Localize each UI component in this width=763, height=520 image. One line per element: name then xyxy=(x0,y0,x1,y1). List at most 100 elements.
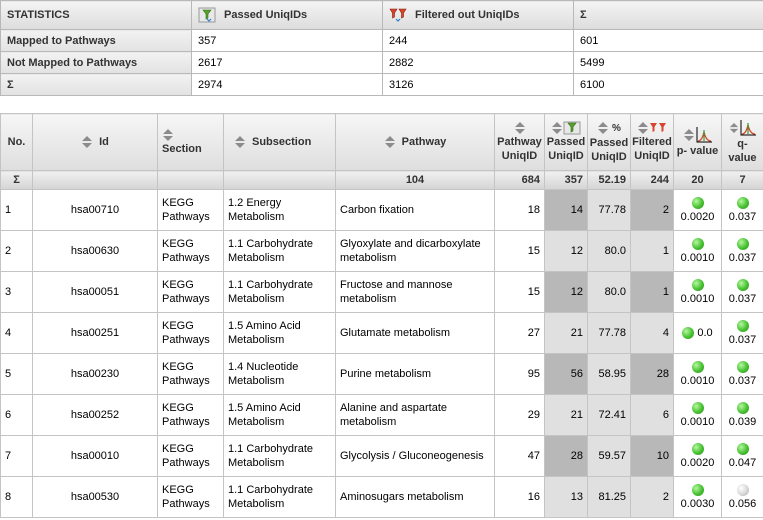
row-number: 4 xyxy=(0,312,33,354)
stats-row: Not Mapped to Pathways 2617 2882 5499 xyxy=(0,51,763,74)
row-pvalue: 0.0010 xyxy=(673,230,722,272)
row-id: hsa00051 xyxy=(32,271,158,313)
row-pvalue: 0.0 xyxy=(673,312,722,354)
sort-icon xyxy=(729,123,738,133)
sort-icon xyxy=(384,136,395,149)
row-subsection: 1.2 Energy Metabolism xyxy=(223,189,336,231)
sum-cell xyxy=(32,170,158,190)
status-indicator-icon xyxy=(691,361,704,374)
row-section: KEGG Pathways xyxy=(157,353,224,395)
column-header-pathway-uniqid-label: Pathway UniqID xyxy=(497,136,542,162)
row-pathway-uniqid: 15 xyxy=(494,271,545,313)
row-passed: 28 xyxy=(544,435,588,477)
stats-row: Mapped to Pathways 357 244 601 xyxy=(0,29,763,52)
sum-cell xyxy=(223,170,336,190)
column-header-passed-uniqid[interactable]: Passed UniqID xyxy=(544,113,588,171)
statistics-header-row: STATISTICS Passed UniqIDs Filtered out U… xyxy=(0,0,763,30)
stats-cell: 5499 xyxy=(573,51,763,74)
passed-filter-icon xyxy=(563,121,581,135)
sum-cell xyxy=(157,170,224,190)
table-row[interactable]: 6 hsa00252 KEGG Pathways 1.5 Amino Acid … xyxy=(0,394,763,436)
table-row[interactable]: 4 hsa00251 KEGG Pathways 1.5 Amino Acid … xyxy=(0,312,763,354)
row-id: hsa00530 xyxy=(32,476,158,518)
column-header-filtered-uniqid[interactable]: Filtered UniqID xyxy=(630,113,674,171)
distribution-icon xyxy=(740,120,756,136)
row-pathway: Glycolysis / Gluconeogenesis xyxy=(335,435,495,477)
sum-pathway-count: 104 xyxy=(335,170,495,190)
row-filtered: 2 xyxy=(630,189,674,231)
status-indicator-icon xyxy=(736,402,749,415)
sum-row: Σ 104 684 357 52.19 244 20 7 xyxy=(0,170,763,190)
column-header-pathway[interactable]: Pathway xyxy=(335,113,495,171)
row-pathway-uniqid: 29 xyxy=(494,394,545,436)
row-filtered: 1 xyxy=(630,230,674,272)
column-header-id[interactable]: Id xyxy=(32,113,158,171)
row-qvalue: 0.037 xyxy=(721,312,763,354)
row-passed-percent: 80.0 xyxy=(587,271,631,313)
column-header-pathway-uniqid[interactable]: Pathway UniqID xyxy=(494,113,545,171)
column-header-pvalue[interactable]: p- value xyxy=(673,113,722,171)
row-subsection: 1.1 Carbohydrate Metabolism xyxy=(223,476,336,518)
status-indicator-icon xyxy=(736,320,749,333)
row-pvalue: 0.0030 xyxy=(673,476,722,518)
qvalue-text: 0.037 xyxy=(728,211,757,223)
row-pathway: Carbon fixation xyxy=(335,189,495,231)
filtered-uniqids-header[interactable]: Filtered out UniqIDs xyxy=(382,0,574,30)
row-passed-percent: 80.0 xyxy=(587,230,631,272)
statistics-header-label: STATISTICS xyxy=(0,0,192,30)
sort-icon xyxy=(683,129,694,141)
column-header-no[interactable]: No. xyxy=(0,113,33,171)
row-id: hsa00251 xyxy=(32,312,158,354)
row-section: KEGG Pathways xyxy=(157,271,224,313)
table-row[interactable]: 5 hsa00230 KEGG Pathways 1.4 Nucleotide … xyxy=(0,353,763,395)
status-indicator-icon xyxy=(691,279,704,292)
row-pathway: Fructose and mannose metabolism xyxy=(335,271,495,313)
row-number: 1 xyxy=(0,189,33,231)
table-row[interactable]: 3 hsa00051 KEGG Pathways 1.1 Carbohydrat… xyxy=(0,271,763,313)
row-number: 8 xyxy=(0,476,33,518)
row-section: KEGG Pathways xyxy=(157,189,224,231)
sum-qvalue: 7 xyxy=(721,170,763,190)
row-id: hsa00630 xyxy=(32,230,158,272)
filtered-out-icon xyxy=(389,8,407,22)
statistics-table: STATISTICS Passed UniqIDs Filtered out U… xyxy=(0,0,763,96)
table-row[interactable]: 8 hsa00530 KEGG Pathways 1.1 Carbohydrat… xyxy=(0,476,763,518)
row-pathway: Alanine and aspartate metabolism xyxy=(335,394,495,436)
status-indicator-icon xyxy=(736,197,749,210)
row-filtered: 6 xyxy=(630,394,674,436)
row-pathway-uniqid: 27 xyxy=(494,312,545,354)
table-row[interactable]: 2 hsa00630 KEGG Pathways 1.1 Carbohydrat… xyxy=(0,230,763,272)
passed-uniqids-header[interactable]: Passed UniqIDs xyxy=(191,0,383,30)
table-row[interactable]: 7 hsa00010 KEGG Pathways 1.1 Carbohydrat… xyxy=(0,435,763,477)
status-indicator-icon xyxy=(691,238,704,251)
stats-row-label: Σ xyxy=(0,73,192,96)
status-indicator-icon xyxy=(736,238,749,251)
column-header-passed-percent-label: Passed UniqID xyxy=(589,136,629,163)
row-qvalue: 0.037 xyxy=(721,353,763,395)
column-header-passed-percent[interactable]: % Passed UniqID xyxy=(587,113,631,171)
status-indicator-icon xyxy=(736,361,749,374)
row-pvalue: 0.0010 xyxy=(673,394,722,436)
row-passed: 56 xyxy=(544,353,588,395)
sort-icon xyxy=(235,136,245,149)
qvalue-text: 0.039 xyxy=(728,416,757,428)
row-pathway-uniqid: 15 xyxy=(494,230,545,272)
qvalue-text: 0.056 xyxy=(728,498,757,510)
column-header-section[interactable]: Section xyxy=(157,113,224,171)
row-filtered: 1 xyxy=(630,271,674,313)
row-pathway: Glyoxylate and dicarboxylate metabolism xyxy=(335,230,495,272)
qvalue-text: 0.037 xyxy=(728,293,757,305)
row-passed: 12 xyxy=(544,230,588,272)
status-indicator-icon xyxy=(691,402,704,415)
column-header-subsection[interactable]: Subsection xyxy=(223,113,336,171)
column-header-qvalue[interactable]: q- value xyxy=(721,113,763,171)
row-number: 6 xyxy=(0,394,33,436)
column-header-passed-uniqid-label: Passed UniqID xyxy=(546,136,586,163)
table-row[interactable]: 1 hsa00710 KEGG Pathways 1.2 Energy Meta… xyxy=(0,189,763,231)
row-qvalue: 0.037 xyxy=(721,230,763,272)
pvalue-text: 0.0030 xyxy=(680,498,715,510)
row-subsection: 1.5 Amino Acid Metabolism xyxy=(223,312,336,354)
status-indicator-icon xyxy=(736,279,749,292)
status-indicator-icon xyxy=(691,484,704,497)
row-pathway: Glutamate metabolism xyxy=(335,312,495,354)
